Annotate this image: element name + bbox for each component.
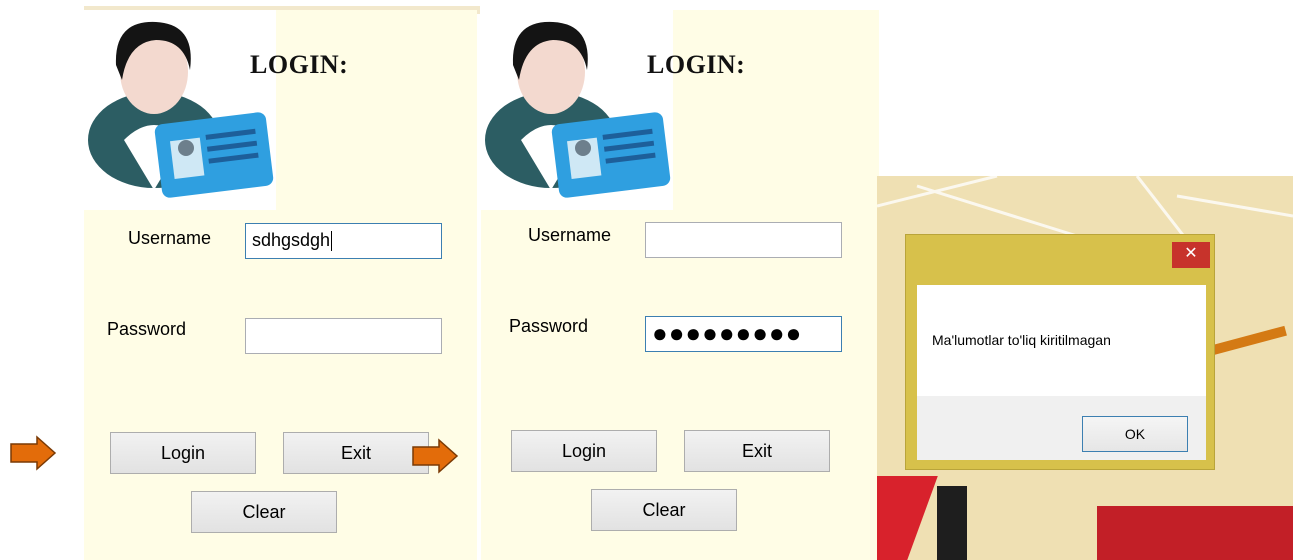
clear-button[interactable]: Clear [591,489,737,531]
password-mask: ●●●●●●●●● [652,318,803,348]
username-input[interactable]: sdhgsdgh [245,223,442,259]
login-button[interactable]: Login [110,432,256,474]
username-label: Username [528,225,612,245]
user-id-card-icon [481,10,673,210]
login-form-right: LOGIN: Username Password ●●●●●●●●● Login… [481,10,879,560]
arrow-right-icon [412,438,459,474]
clear-button[interactable]: Clear [191,491,337,533]
dialog-message: Ma'lumotlar to'liq kiritilmagan [932,332,1111,348]
password-input[interactable] [245,318,442,354]
dialog-content: Ma'lumotlar to'liq kiritilmagan OK [917,285,1206,460]
username-input[interactable] [645,222,842,258]
dialog-message-area: Ma'lumotlar to'liq kiritilmagan [917,285,1206,396]
ok-button[interactable]: OK [1082,416,1188,452]
arrow-right-icon [10,435,57,471]
close-button[interactable]: ✕ [1172,242,1210,268]
login-title: LOGIN: [250,50,349,79]
login-button[interactable]: Login [511,430,657,472]
password-label: Password [107,319,187,339]
username-value: sdhgsdgh [252,230,331,250]
exit-button[interactable]: Exit [684,430,830,472]
text-caret [331,231,333,252]
password-label: Password [509,316,589,336]
login-title: LOGIN: [647,50,746,79]
login-form-left: LOGIN: Username sdhgsdgh Password Login … [84,10,477,560]
password-input[interactable]: ●●●●●●●●● [645,316,842,352]
exit-button[interactable]: Exit [283,432,429,474]
user-id-card-icon [84,10,276,210]
message-dialog: ✕ Ma'lumotlar to'liq kiritilmagan OK [905,234,1215,470]
username-label: Username [128,228,212,248]
